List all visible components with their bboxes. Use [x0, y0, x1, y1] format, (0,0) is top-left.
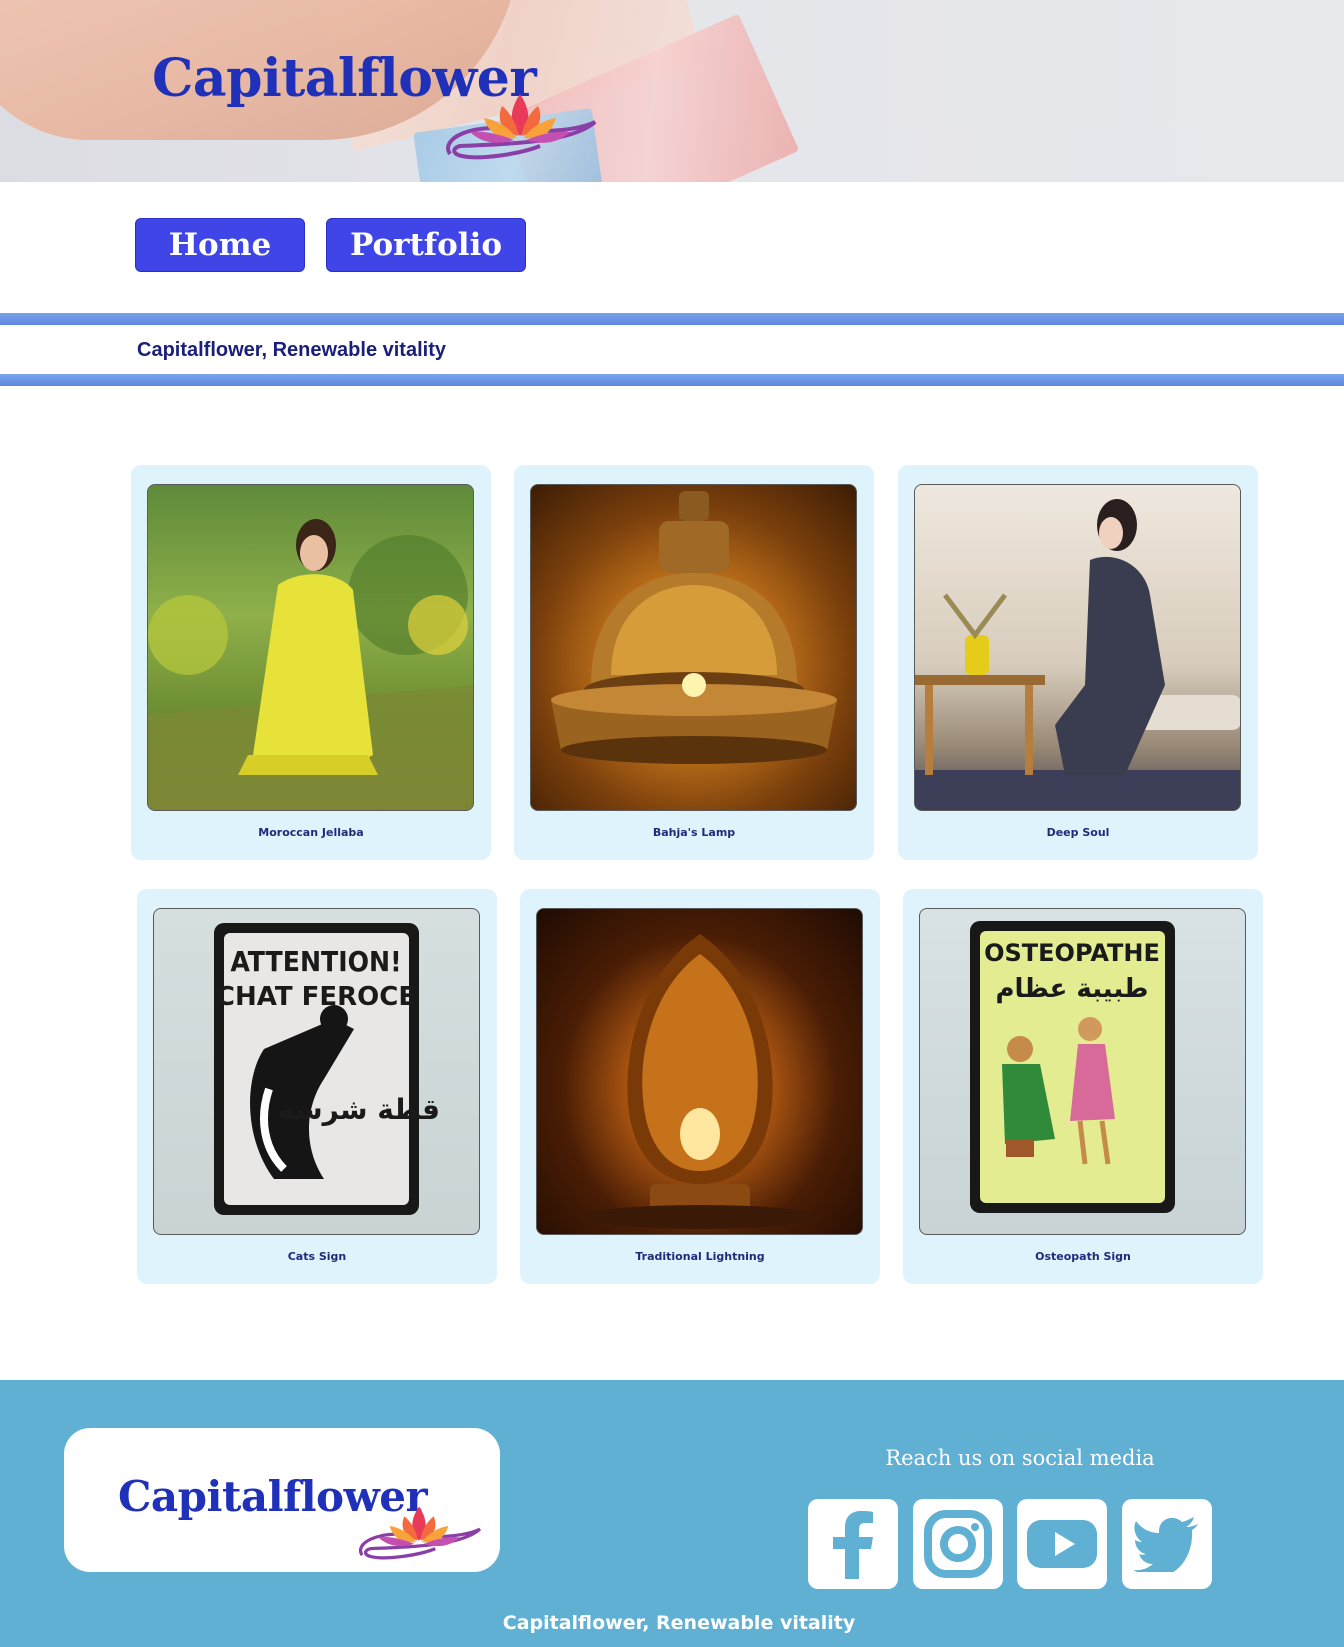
social-heading: Reach us on social media	[885, 1446, 1155, 1470]
footer: Capitalflower Reach us on social media C…	[0, 1380, 1344, 1647]
egg-lamp-image	[580, 934, 820, 1229]
sign-text-line1: OSTEOPATHE	[984, 939, 1160, 967]
footer-logo[interactable]: Capitalflower	[64, 1428, 500, 1572]
divider-line	[0, 313, 1344, 325]
nav-home-button[interactable]: Home	[135, 218, 305, 272]
osteopath-sign-image: OSTEOPATHE طبيبة عظام	[970, 921, 1175, 1213]
product-photo[interactable]	[914, 484, 1241, 811]
card-caption: Traditional Lightning	[635, 1250, 765, 1263]
sign-arabic-text: طبيبة عظام	[995, 974, 1148, 1004]
woman-seated-image	[915, 499, 1240, 810]
lotus-logo-icon	[358, 1506, 482, 1560]
tagline-text: Capitalflower, Renewable vitality	[137, 339, 446, 361]
youtube-icon[interactable]	[1017, 1499, 1107, 1589]
card-caption: Osteopath Sign	[1035, 1250, 1131, 1263]
instagram-icon[interactable]	[913, 1499, 1003, 1589]
product-photo[interactable]: ATTENTION! CHAT FEROCE قطة شرسة	[153, 908, 480, 1235]
gallery-card-moroccan-jellaba[interactable]: Moroccan Jellaba	[131, 465, 491, 860]
gallery-card-cats-sign[interactable]: ATTENTION! CHAT FEROCE قطة شرسة Cats Sig…	[137, 889, 497, 1284]
brass-lamp-image	[551, 491, 837, 764]
product-photo[interactable]	[530, 484, 857, 811]
gallery-card-osteopath-sign[interactable]: OSTEOPATHE طبيبة عظام Osteopath Sign	[903, 889, 1263, 1284]
card-caption: Deep Soul	[1046, 826, 1110, 839]
product-photo[interactable]	[147, 484, 474, 811]
card-caption: Bahja's Lamp	[652, 826, 736, 839]
woman-in-jellaba-image	[148, 519, 473, 810]
sign-arabic-text: قطة شرسة	[278, 1093, 440, 1126]
gallery-card-bahjas-lamp[interactable]: Bahja's Lamp	[514, 465, 874, 860]
card-caption: Cats Sign	[287, 1250, 347, 1263]
header-banner: Capitalflower	[0, 0, 1344, 182]
lotus-logo-icon	[446, 94, 597, 160]
sign-text-line1: ATTENTION!	[230, 945, 401, 978]
cats-sign-image: ATTENTION! CHAT FEROCE قطة شرسة	[214, 923, 440, 1215]
product-photo[interactable]: OSTEOPATHE طبيبة عظام	[919, 908, 1246, 1235]
gallery-card-deep-soul[interactable]: Deep Soul	[898, 465, 1258, 860]
card-caption: Moroccan Jellaba	[258, 826, 364, 839]
divider-line	[0, 374, 1344, 386]
product-photo[interactable]	[536, 908, 863, 1235]
nav-portfolio-button[interactable]: Portfolio	[326, 218, 526, 272]
footer-tagline: Capitalflower, Renewable vitality	[502, 1612, 856, 1634]
sign-text-line2: CHAT FEROCE	[216, 982, 416, 1012]
facebook-icon[interactable]	[808, 1499, 898, 1589]
gallery-card-traditional-lightning[interactable]: Traditional Lightning	[520, 889, 880, 1284]
twitter-icon[interactable]	[1122, 1499, 1212, 1589]
